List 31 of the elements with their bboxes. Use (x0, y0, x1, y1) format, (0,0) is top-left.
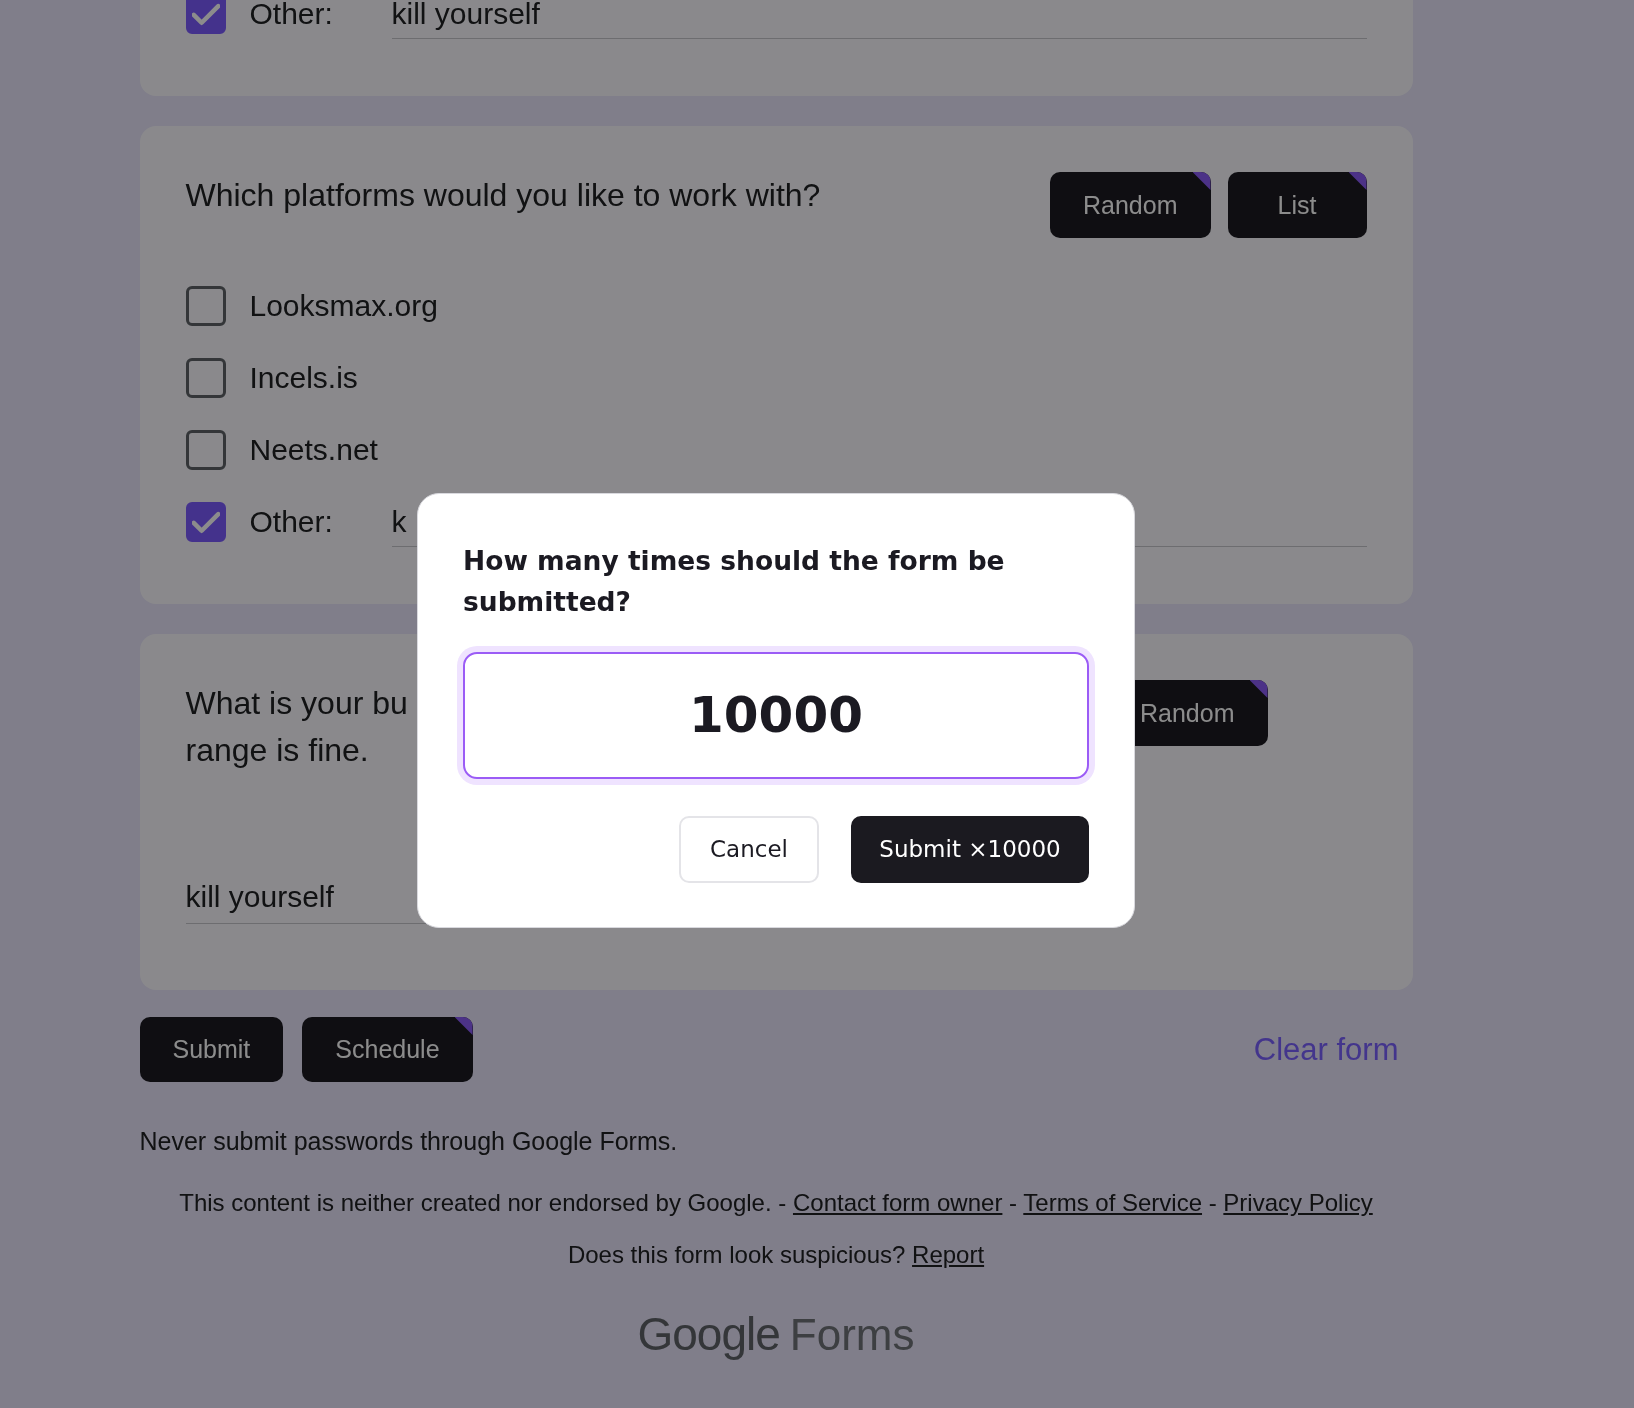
question-title: Which platforms would you like to work with? (185, 176, 821, 215)
option-label: Other: (249, 504, 334, 540)
checkbox[interactable] (185, 0, 226, 34)
logo-product-text: Forms (789, 1309, 915, 1361)
report-prompt: Does this form look suspicious? Report (567, 1240, 985, 1270)
count-input[interactable]: 10000 (457, 645, 1095, 785)
submit-button[interactable]: Submit ×10000 (851, 815, 1089, 883)
other-answer-field[interactable]: kill yourself (391, 0, 1367, 39)
report-link[interactable]: Report (912, 1241, 985, 1268)
disclaimer-text: This content is neither created nor endorsed by Google. - Contact form owner - Terms of Service - Privacy Policy (179, 1188, 1373, 1218)
logo-brand-text: Google (637, 1307, 780, 1361)
footer-link[interactable]: Terms of Service (1023, 1189, 1202, 1216)
cancel-button[interactable]: Cancel (679, 815, 819, 883)
action-button[interactable]: Schedule (302, 1017, 473, 1082)
checkbox[interactable] (185, 286, 226, 326)
option-label: Neets.net (249, 432, 379, 468)
checkbox[interactable] (185, 502, 226, 542)
action-button[interactable]: Random (1050, 172, 1211, 238)
dialog-title: How many times should the form be submitted? (463, 543, 1006, 619)
checkbox[interactable] (185, 358, 226, 398)
checkbox[interactable] (185, 430, 226, 470)
option-label: Incels.is (249, 360, 359, 396)
action-button[interactable]: List (1227, 172, 1367, 238)
action-button[interactable]: Submit (139, 1017, 284, 1082)
option-label: Looksmax.org (249, 288, 438, 324)
question-title: What is your bu (185, 684, 408, 723)
option-label: Other: (249, 0, 334, 32)
password-warning: Never submit passwords through Google Forms. (139, 1126, 678, 1156)
footer-link[interactable]: Contact form owner (792, 1189, 1003, 1216)
question-title: range is fine. (185, 731, 369, 770)
footer-link[interactable]: Privacy Policy (1223, 1189, 1373, 1216)
